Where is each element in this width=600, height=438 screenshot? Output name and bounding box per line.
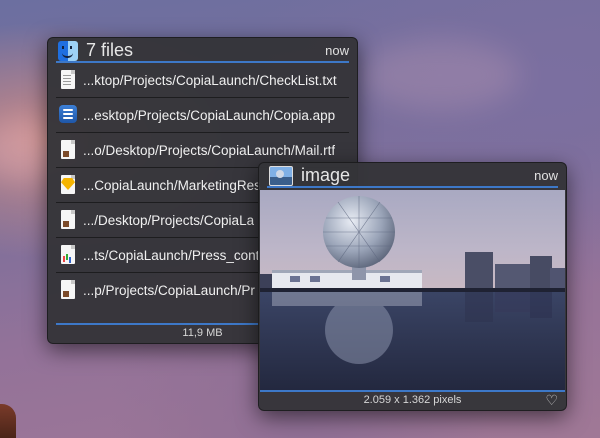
file-path: ...esktop/Projects/CopiaLaunch/Copia.app [83, 107, 336, 123]
heart-icon[interactable]: ♡ [545, 393, 558, 407]
file-path: ...ts/CopiaLaunch/Press_cont [83, 247, 260, 263]
text-file-icon [59, 69, 77, 91]
image-panel[interactable]: image now 2.059 x 1.362 pixels ♡ [258, 162, 567, 411]
total-size: 11,9 MB [182, 327, 223, 339]
finder-icon [58, 40, 78, 61]
file-list-item[interactable]: ...esktop/Projects/CopiaLaunch/Copia.app [56, 98, 349, 133]
rtf-file-icon [59, 139, 77, 161]
rtf-file-icon [59, 279, 77, 301]
files-panel-title: 7 files [86, 40, 134, 60]
image-panel-title: image [301, 165, 351, 185]
wallpaper-rock [0, 404, 16, 438]
app-icon [59, 104, 77, 126]
file-list-item[interactable]: ...ktop/Projects/CopiaLaunch/CheckList.t… [56, 63, 349, 98]
image-icon [269, 165, 293, 186]
file-path: ...p/Projects/CopiaLaunch/Pr [83, 282, 255, 298]
image-preview[interactable] [260, 190, 565, 390]
numbers-file-icon [59, 244, 77, 266]
file-path: ...o/Desktop/Projects/CopiaLaunch/Mail.r… [83, 142, 336, 158]
image-panel-header: image now [259, 163, 566, 188]
file-path: ...CopiaLaunch/MarketingRes [83, 177, 261, 193]
wallpaper-cloud [360, 40, 520, 110]
files-panel-header: 7 files now [48, 38, 357, 63]
file-path: ...ktop/Projects/CopiaLaunch/CheckList.t… [83, 72, 337, 88]
image-dimensions: 2.059 x 1.362 pixels [363, 394, 462, 406]
image-panel-footer: 2.059 x 1.362 pixels ♡ [259, 390, 566, 410]
sketch-file-icon [59, 174, 77, 196]
files-panel-time: now [325, 43, 349, 58]
rtf-file-icon [59, 209, 77, 231]
photo-skyline [260, 190, 565, 390]
file-path: .../Desktop/Projects/CopiaLa [83, 212, 255, 228]
image-panel-time: now [534, 168, 558, 183]
